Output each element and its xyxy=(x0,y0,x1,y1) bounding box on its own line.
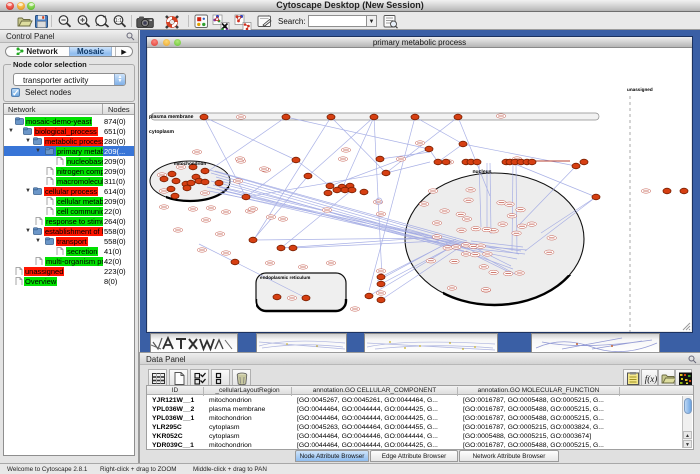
svg-text:1:1: 1:1 xyxy=(115,18,122,24)
svg-text:endoplasmic reticulum: endoplasmic reticulum xyxy=(260,275,310,280)
svg-text:cytoplasm: cytoplasm xyxy=(149,129,174,135)
svg-text:f(x): f(x) xyxy=(645,374,658,384)
svg-text:unassigned: unassigned xyxy=(627,87,653,92)
svg-text:plasma membrane: plasma membrane xyxy=(149,114,193,120)
svg-text:nucleus: nucleus xyxy=(472,169,491,175)
svg-text:mitochondrion: mitochondrion xyxy=(174,161,206,166)
